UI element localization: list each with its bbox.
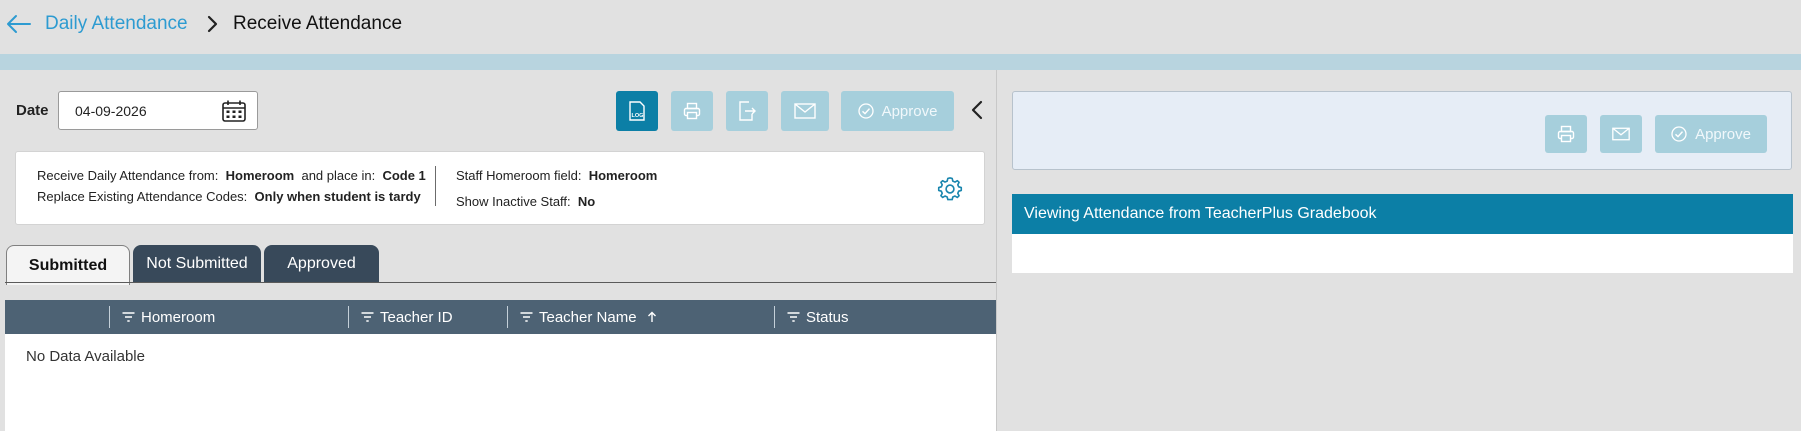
right-approve-label: Approve: [1695, 125, 1751, 143]
settings-summary-card: Receive Daily Attendance from: Homeroom …: [15, 151, 985, 225]
filter-icon[interactable]: [787, 312, 800, 322]
column-separator[interactable]: [507, 306, 508, 328]
filter-icon[interactable]: [122, 312, 135, 322]
print-button[interactable]: [671, 91, 713, 131]
place-in-value: Code 1: [382, 168, 426, 183]
date-label: Date: [16, 102, 49, 119]
attendance-right-panel: Approve Viewing Attendance from TeacherP…: [996, 70, 1801, 431]
approve-button-label: Approve: [881, 102, 938, 120]
tab-approved[interactable]: Approved: [264, 245, 379, 283]
staff-field-label: Staff Homeroom field:: [456, 168, 582, 183]
filter-icon[interactable]: [361, 312, 374, 322]
inactive-staff-line: Show Inactive Staff: No: [456, 194, 595, 209]
column-homeroom-label: Homeroom: [141, 308, 216, 326]
column-teacher-id-label: Teacher ID: [380, 308, 453, 326]
header-divider-strip: [0, 54, 1801, 70]
email-icon: [794, 103, 816, 119]
receive-from-line: Receive Daily Attendance from: Homeroom …: [37, 168, 426, 183]
column-teacher-id[interactable]: Teacher ID: [361, 300, 453, 334]
printer-icon: [1557, 125, 1575, 143]
gear-icon[interactable]: [937, 176, 963, 202]
top-bar: Daily Attendance Receive Attendance: [0, 0, 1801, 54]
column-teacher-name[interactable]: Teacher Name: [520, 300, 657, 334]
column-teacher-name-label: Teacher Name: [539, 308, 637, 326]
filter-icon[interactable]: [520, 312, 533, 322]
approve-button[interactable]: Approve: [841, 91, 954, 131]
right-approve-button[interactable]: Approve: [1655, 115, 1767, 153]
export-icon: [739, 101, 756, 121]
export-button[interactable]: [726, 91, 768, 131]
page-title: Receive Attendance: [233, 13, 403, 34]
tab-not-submitted[interactable]: Not Submitted: [133, 245, 261, 283]
arrow-left-icon[interactable]: [4, 12, 32, 36]
sort-ascending-icon[interactable]: [647, 311, 657, 323]
gradebook-content: [1012, 234, 1793, 273]
date-field[interactable]: 04-09-2026: [58, 91, 258, 130]
chevron-right-icon: [207, 15, 218, 33]
info-divider: [435, 166, 436, 206]
breadcrumb-daily-attendance[interactable]: Daily Attendance: [45, 13, 188, 35]
staff-field-value: Homeroom: [588, 168, 658, 183]
replace-codes-label: Replace Existing Attendance Codes:: [37, 189, 248, 204]
check-circle-icon: [1671, 126, 1687, 142]
inactive-staff-label: Show Inactive Staff:: [456, 194, 571, 209]
staff-field-line: Staff Homeroom field: Homeroom: [456, 168, 657, 183]
replace-codes-value: Only when student is tardy: [254, 189, 421, 204]
check-circle-icon: [857, 103, 874, 119]
log-icon: LOG: [629, 101, 645, 121]
date-value[interactable]: 04-09-2026: [75, 103, 147, 119]
grid-body: No Data Available: [5, 334, 996, 431]
email-button[interactable]: [781, 91, 829, 131]
empty-grid-message: No Data Available: [26, 348, 145, 365]
column-separator[interactable]: [109, 306, 110, 328]
column-separator[interactable]: [774, 306, 775, 328]
column-status[interactable]: Status: [787, 300, 849, 334]
right-email-button[interactable]: [1600, 115, 1642, 153]
column-status-label: Status: [806, 308, 849, 326]
tab-submitted[interactable]: Submitted: [6, 245, 130, 285]
printer-icon: [683, 102, 701, 120]
email-icon: [1612, 127, 1630, 141]
gradebook-title: Viewing Attendance from TeacherPlus Grad…: [1024, 205, 1377, 222]
gradebook-title-bar: Viewing Attendance from TeacherPlus Grad…: [1012, 194, 1793, 234]
column-homeroom[interactable]: Homeroom: [122, 300, 215, 334]
receive-from-label: Receive Daily Attendance from:: [37, 168, 219, 183]
right-toolbar-card: Approve: [1012, 91, 1792, 170]
calendar-icon[interactable]: [222, 100, 246, 122]
replace-codes-line: Replace Existing Attendance Codes: Only …: [37, 189, 421, 204]
inactive-staff-value: No: [577, 194, 596, 209]
right-print-button[interactable]: [1545, 115, 1587, 153]
chevron-left-icon[interactable]: [970, 99, 984, 121]
log-button[interactable]: LOG: [616, 91, 658, 131]
receive-from-value: Homeroom: [225, 168, 295, 183]
svg-text:LOG: LOG: [632, 113, 644, 119]
tab-underline: [5, 282, 996, 283]
grid-header: Homeroom Teacher ID Teacher Name Status: [5, 300, 996, 334]
column-separator[interactable]: [348, 306, 349, 328]
place-in-label: and place in:: [301, 168, 376, 183]
attendance-left-panel: Date 04-09-2026 LOG Approve Receive Dail…: [5, 70, 996, 431]
